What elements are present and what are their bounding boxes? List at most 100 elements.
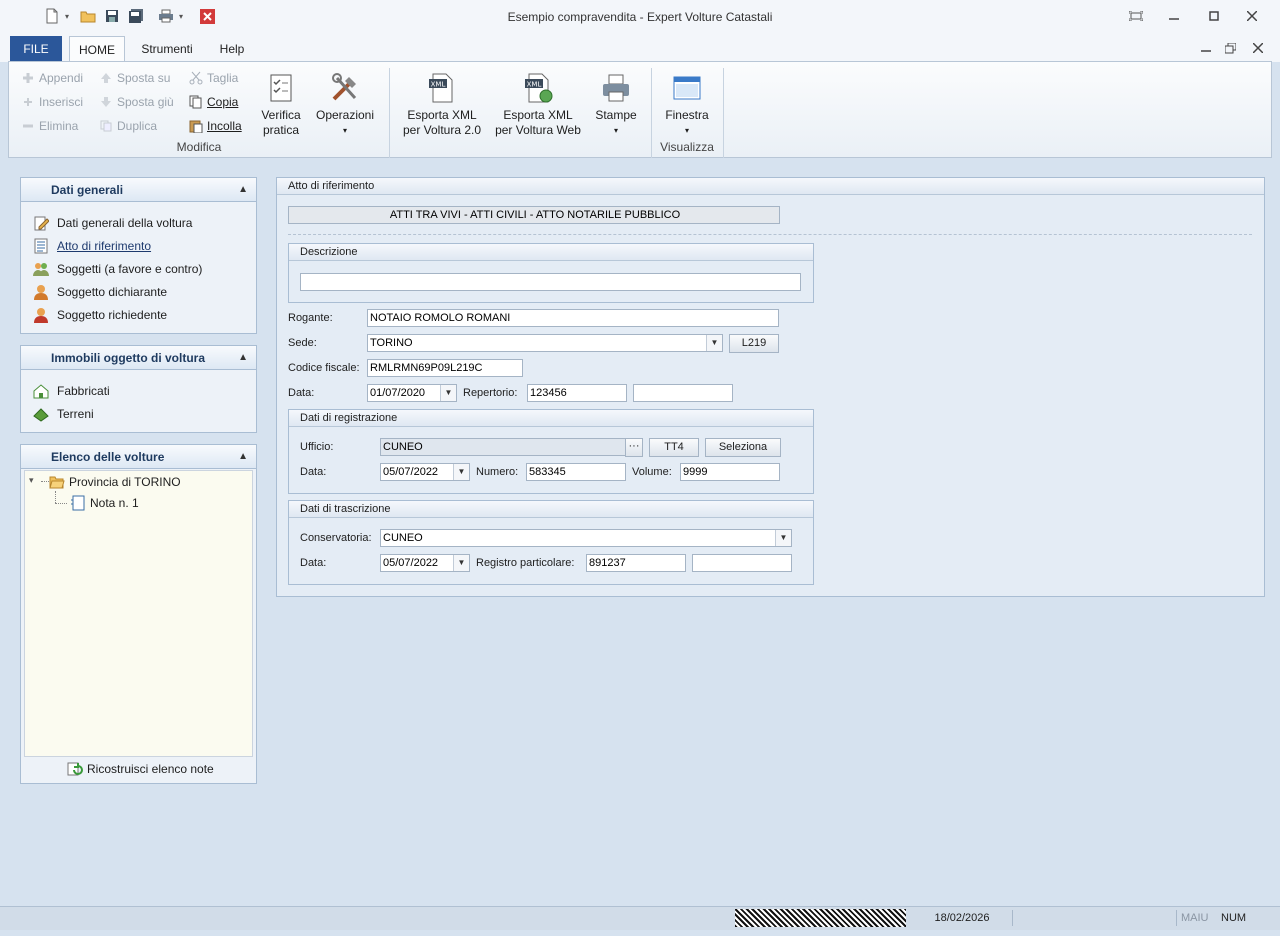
chevron-down-icon[interactable]: ▼ xyxy=(453,555,469,571)
tree-item-nota-1[interactable]: Nota n. 1 xyxy=(70,493,139,513)
close-icon[interactable] xyxy=(1242,6,1262,26)
operazioni-button[interactable]: Operazioni ▾ xyxy=(311,66,379,138)
fieldset-descrizione: Descrizione xyxy=(288,243,814,303)
chevron-down-icon[interactable]: ▼ xyxy=(440,385,456,401)
registro-extra-input[interactable] xyxy=(692,554,792,572)
sidebar-item-atto-riferimento[interactable]: Atto di riferimento xyxy=(33,236,151,256)
chevron-up-icon[interactable]: ▲ xyxy=(238,352,248,363)
save-all-icon[interactable] xyxy=(128,8,144,24)
seleziona-button[interactable]: Seleziona xyxy=(705,438,781,457)
window-title: Esempio compravendita - Expert Volture C… xyxy=(507,10,773,24)
close-doc-icon[interactable] xyxy=(1248,38,1268,58)
chevron-down-icon[interactable]: ▾ xyxy=(62,8,72,24)
taglia-button[interactable]: Taglia xyxy=(189,68,238,88)
chevron-down-icon[interactable]: ▼ xyxy=(775,530,791,546)
appendi-button[interactable]: Appendi xyxy=(21,68,83,88)
sede-select[interactable]: TORINO ▼ xyxy=(367,334,723,352)
edit-document-icon xyxy=(34,216,49,231)
minimize-icon[interactable] xyxy=(1164,6,1184,26)
ricostruisci-elenco-button[interactable]: Ricostruisci elenco note xyxy=(67,759,214,779)
print-icon[interactable] xyxy=(158,8,174,24)
repertorio-label: Repertorio: xyxy=(463,387,518,399)
chevron-down-icon: ▾ xyxy=(613,126,618,135)
data-label: Data: xyxy=(288,387,315,399)
esporta-xml-voltura-20-button[interactable]: XML Esporta XML per Voltura 2.0 xyxy=(401,66,483,138)
chevron-up-icon[interactable]: ▲ xyxy=(238,184,248,195)
house-icon xyxy=(33,384,49,399)
data-registrazione-picker[interactable]: 05/07/2022 ▼ xyxy=(380,463,470,481)
status-separator xyxy=(1012,910,1013,926)
legend: Descrizione xyxy=(289,244,813,261)
ufficio-code: TT4 xyxy=(649,438,699,457)
incolla-button[interactable]: Incolla xyxy=(189,116,242,136)
restore-doc-icon[interactable] xyxy=(1220,38,1240,58)
tree-item-provincia-torino[interactable]: Provincia di TORINO xyxy=(49,472,181,492)
progress-indicator xyxy=(735,909,906,927)
scissors-icon xyxy=(189,71,203,85)
sidebar-item-dati-generali-voltura[interactable]: Dati generali della voltura xyxy=(33,213,192,233)
chevron-down-icon: ▾ xyxy=(342,126,347,135)
sposta-su-button[interactable]: Sposta su xyxy=(99,68,170,88)
numero-label: Numero: xyxy=(476,466,519,478)
sposta-giu-button[interactable]: Sposta giù xyxy=(99,92,174,112)
panel-header[interactable]: Immobili oggetto di voltura ▲ xyxy=(21,346,256,370)
minimize-doc-icon[interactable] xyxy=(1196,38,1216,58)
panel-header[interactable]: Dati generali ▲ xyxy=(21,178,256,202)
data-date-picker[interactable]: 01/07/2020 ▼ xyxy=(367,384,457,402)
new-file-icon[interactable] xyxy=(44,8,60,24)
close-document-icon[interactable] xyxy=(199,8,215,24)
land-icon xyxy=(33,408,49,422)
stampe-button[interactable]: Stampe ▾ xyxy=(591,66,641,138)
tree-expander-icon[interactable]: ▾ xyxy=(29,475,34,486)
atto-type-field: ATTI TRA VIVI - ATTI CIVILI - ATTO NOTAR… xyxy=(288,206,780,224)
tab-strumenti[interactable]: Strumenti xyxy=(136,36,198,62)
repertorio-extra-input[interactable] xyxy=(633,384,733,402)
registro-particolare-input[interactable]: 891237 xyxy=(586,554,686,572)
volture-tree: ▾ Provincia di TORINO Nota n. 1 xyxy=(24,470,253,757)
ufficio-browse-button[interactable]: ··· xyxy=(625,438,643,457)
ribbon-separator xyxy=(723,68,724,158)
descrizione-input[interactable] xyxy=(300,273,801,291)
esporta-xml-voltura-web-button[interactable]: XML Esporta XML per Voltura Web xyxy=(493,66,583,138)
codice-fiscale-input[interactable]: RMLRMN69P09L219C xyxy=(367,359,523,377)
open-folder-icon[interactable] xyxy=(80,8,96,24)
chevron-down-icon[interactable]: ▾ xyxy=(176,8,186,24)
data-trascrizione-picker[interactable]: 05/07/2022 ▼ xyxy=(380,554,470,572)
sidebar-item-soggetti[interactable]: Soggetti (a favore e contro) xyxy=(33,259,202,279)
chevron-down-icon[interactable]: ▼ xyxy=(453,464,469,480)
tab-file[interactable]: FILE xyxy=(10,36,62,62)
rogante-input[interactable]: NOTAIO ROMOLO ROMANI xyxy=(367,309,779,327)
status-separator xyxy=(1176,910,1177,926)
save-icon[interactable] xyxy=(104,8,120,24)
restore-icon[interactable] xyxy=(1204,6,1224,26)
chevron-up-icon[interactable]: ▲ xyxy=(238,451,248,462)
inserisci-button[interactable]: Inserisci xyxy=(21,92,83,112)
fullscreen-icon[interactable] xyxy=(1126,6,1146,26)
sidebar-item-fabbricati[interactable]: Fabbricati xyxy=(33,381,110,401)
tools-icon xyxy=(329,72,361,104)
numero-input[interactable]: 583345 xyxy=(526,463,626,481)
sidebar-item-soggetto-richiedente[interactable]: Soggetto richiedente xyxy=(33,305,167,325)
sidebar-item-soggetto-dichiarante[interactable]: Soggetto dichiarante xyxy=(33,282,167,302)
elimina-button[interactable]: Elimina xyxy=(21,116,78,136)
panel-header[interactable]: Elenco delle volture ▲ xyxy=(21,445,256,469)
status-bar: 18/02/2026 MAIU NUM xyxy=(0,906,1280,930)
tab-home[interactable]: HOME xyxy=(69,36,125,63)
users-icon xyxy=(33,263,49,276)
ribbon: Appendi Inserisci Elimina Sposta su Spos… xyxy=(8,61,1272,158)
verifica-pratica-button[interactable]: Verifica pratica xyxy=(255,66,307,138)
conservatoria-select[interactable]: CUNEO ▼ xyxy=(380,529,792,547)
repertorio-input[interactable]: 123456 xyxy=(527,384,627,402)
arrow-up-icon xyxy=(99,71,113,85)
chevron-down-icon[interactable]: ▼ xyxy=(706,335,722,351)
finestra-button[interactable]: Finestra ▾ xyxy=(661,66,713,138)
tab-help[interactable]: Help xyxy=(212,36,252,62)
duplica-button[interactable]: Duplica xyxy=(99,116,157,136)
ufficio-label: Ufficio: xyxy=(300,441,334,453)
volume-input[interactable]: 9999 xyxy=(680,463,780,481)
tree-line xyxy=(55,491,56,503)
copia-button[interactable]: Copia xyxy=(189,92,238,112)
folder-open-icon xyxy=(49,476,65,489)
sidebar-item-terreni[interactable]: Terreni xyxy=(33,404,94,424)
status-num-lock: NUM xyxy=(1221,912,1247,924)
